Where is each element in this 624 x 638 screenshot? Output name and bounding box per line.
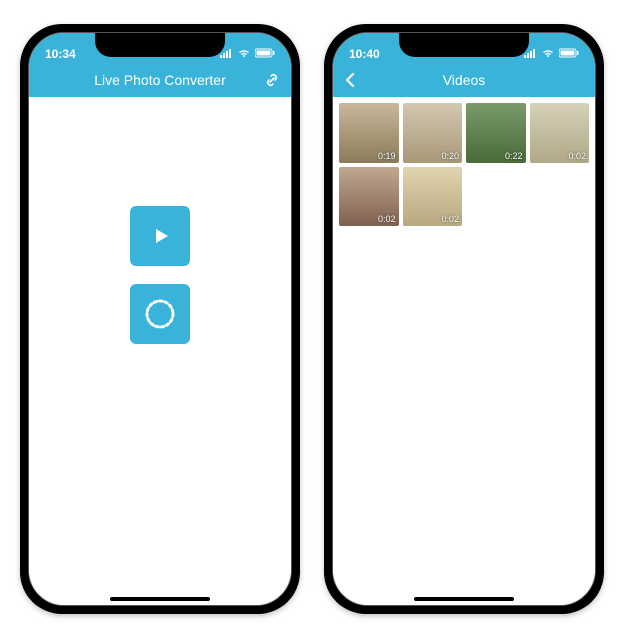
main-content: 0:19 0:20 0:22 0:02 0:02 0:02 bbox=[333, 97, 595, 605]
play-button[interactable] bbox=[130, 206, 190, 266]
main-content bbox=[29, 97, 291, 605]
video-duration: 0:19 bbox=[378, 151, 396, 161]
play-icon bbox=[147, 223, 173, 249]
notch bbox=[399, 33, 529, 57]
link-button[interactable] bbox=[263, 71, 281, 89]
phone-screen: 10:34 Live Photo Converter bbox=[28, 32, 292, 606]
status-time: 10:40 bbox=[349, 47, 389, 61]
status-indicators bbox=[219, 47, 275, 61]
home-indicator[interactable] bbox=[110, 597, 210, 601]
nav-title: Videos bbox=[443, 72, 486, 88]
video-duration: 0:02 bbox=[378, 214, 396, 224]
status-indicators bbox=[523, 47, 579, 61]
video-thumbnail[interactable]: 0:19 bbox=[339, 103, 399, 163]
phone-mockup-right: 10:40 Videos 0:19 bbox=[324, 24, 604, 614]
nav-bar: Live Photo Converter bbox=[29, 63, 291, 97]
video-thumbnail[interactable]: 0:02 bbox=[339, 167, 399, 227]
chevron-left-icon bbox=[343, 71, 357, 89]
battery-icon bbox=[255, 47, 275, 61]
back-button[interactable] bbox=[343, 71, 357, 89]
video-duration: 0:02 bbox=[441, 214, 459, 224]
live-photo-button[interactable] bbox=[130, 284, 190, 344]
link-icon bbox=[263, 71, 281, 89]
live-photo-icon bbox=[142, 296, 178, 332]
nav-title: Live Photo Converter bbox=[94, 72, 226, 88]
phone-screen: 10:40 Videos 0:19 bbox=[332, 32, 596, 606]
video-grid: 0:19 0:20 0:22 0:02 0:02 0:02 bbox=[333, 97, 595, 232]
video-duration: 0:02 bbox=[568, 151, 586, 161]
action-buttons bbox=[130, 206, 190, 344]
video-duration: 0:20 bbox=[441, 151, 459, 161]
video-duration: 0:22 bbox=[505, 151, 523, 161]
status-time: 10:34 bbox=[45, 47, 85, 61]
video-thumbnail[interactable]: 0:22 bbox=[466, 103, 526, 163]
video-thumbnail[interactable]: 0:02 bbox=[530, 103, 590, 163]
phone-mockup-left: 10:34 Live Photo Converter bbox=[20, 24, 300, 614]
nav-bar: Videos bbox=[333, 63, 595, 97]
battery-icon bbox=[559, 47, 579, 61]
video-thumbnail[interactable]: 0:20 bbox=[403, 103, 463, 163]
video-thumbnail[interactable]: 0:02 bbox=[403, 167, 463, 227]
wifi-icon bbox=[237, 47, 251, 61]
wifi-icon bbox=[541, 47, 555, 61]
notch bbox=[95, 33, 225, 57]
home-indicator[interactable] bbox=[414, 597, 514, 601]
